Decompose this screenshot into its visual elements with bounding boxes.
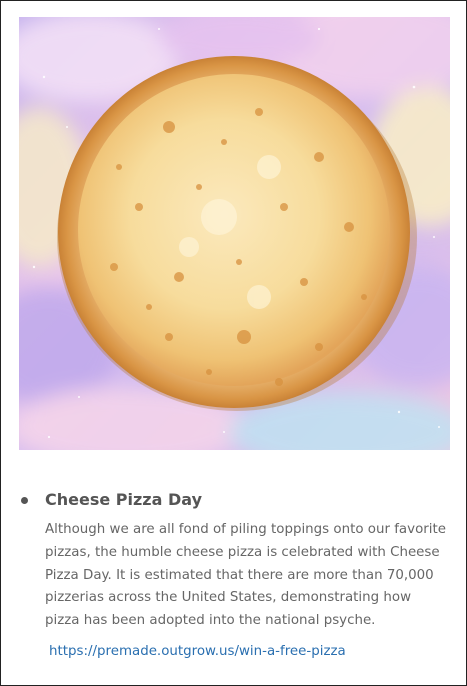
item-title: Cheese Pizza Day xyxy=(45,490,202,509)
bullet-icon xyxy=(21,497,28,504)
pizza-image xyxy=(19,17,450,450)
card-frame: Cheese Pizza Day Although we are all fon… xyxy=(0,0,467,686)
item-link[interactable]: https://premade.outgrow.us/win-a-free-pi… xyxy=(49,644,346,659)
item-description: Although we are all fond of piling toppi… xyxy=(45,522,446,629)
